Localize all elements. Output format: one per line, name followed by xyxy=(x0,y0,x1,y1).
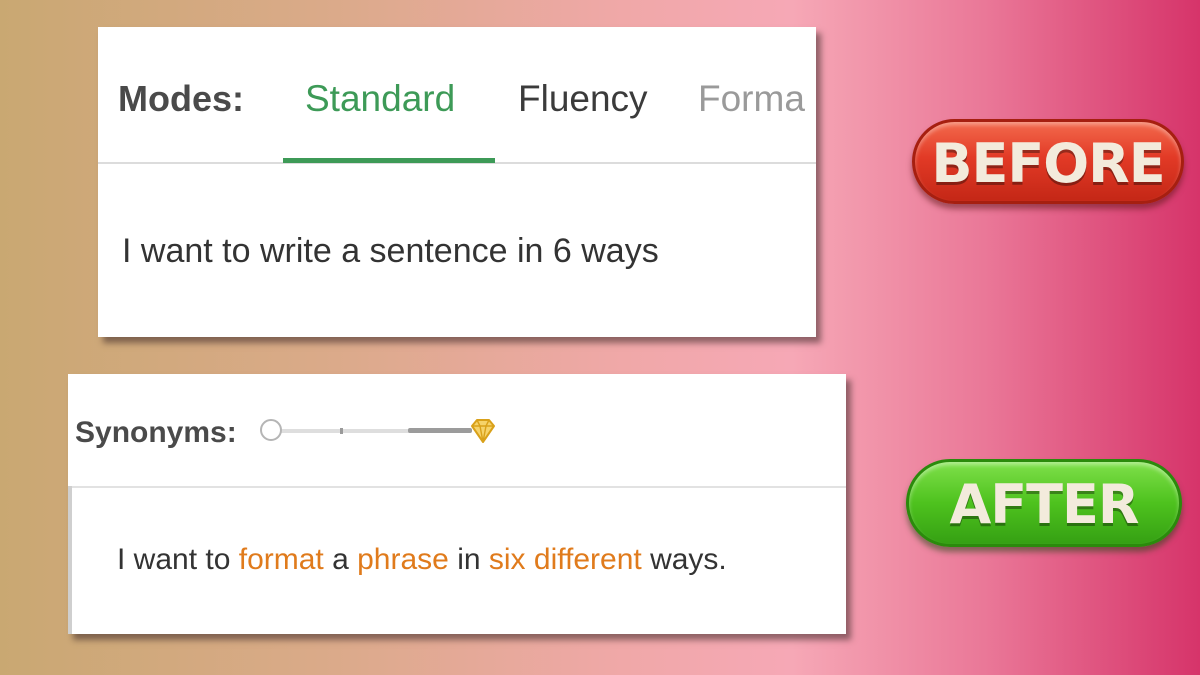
tab-fluency[interactable]: Fluency xyxy=(518,78,648,120)
synonyms-label: Synonyms: xyxy=(75,416,237,449)
output-text-plain: I want to xyxy=(117,543,239,576)
output-text-plain: in xyxy=(448,543,489,576)
slider-premium-segment xyxy=(408,428,472,433)
output-left-rule xyxy=(68,486,72,634)
changed-word[interactable]: format xyxy=(239,543,324,576)
slider-tick xyxy=(340,428,343,434)
input-sentence[interactable]: I want to write a sentence in 6 ways xyxy=(122,232,659,271)
diamond-icon xyxy=(471,419,495,443)
before-screenshot-panel: Modes: Standard Fluency Forma I want to … xyxy=(98,27,816,337)
modes-label: Modes: xyxy=(118,78,244,119)
output-text-plain: ways. xyxy=(641,543,727,576)
after-badge: AFTER xyxy=(906,459,1182,547)
output-text-plain: a xyxy=(323,543,358,576)
changed-word[interactable]: six different xyxy=(489,543,642,576)
before-badge: BEFORE xyxy=(912,119,1184,204)
tab-standard[interactable]: Standard xyxy=(305,78,455,120)
output-sentence[interactable]: I want to format a phrase in six differe… xyxy=(117,543,727,577)
synonyms-bar: Synonyms: xyxy=(68,374,846,488)
active-tab-indicator xyxy=(283,158,495,163)
after-screenshot-panel: Synonyms: I want to format a phrase in s… xyxy=(68,374,846,634)
tab-formal[interactable]: Forma xyxy=(698,78,816,120)
modes-bar: Modes: Standard Fluency Forma xyxy=(98,27,816,164)
synonyms-slider[interactable] xyxy=(260,416,505,446)
changed-word[interactable]: phrase xyxy=(357,543,449,576)
slider-knob[interactable] xyxy=(260,419,282,441)
